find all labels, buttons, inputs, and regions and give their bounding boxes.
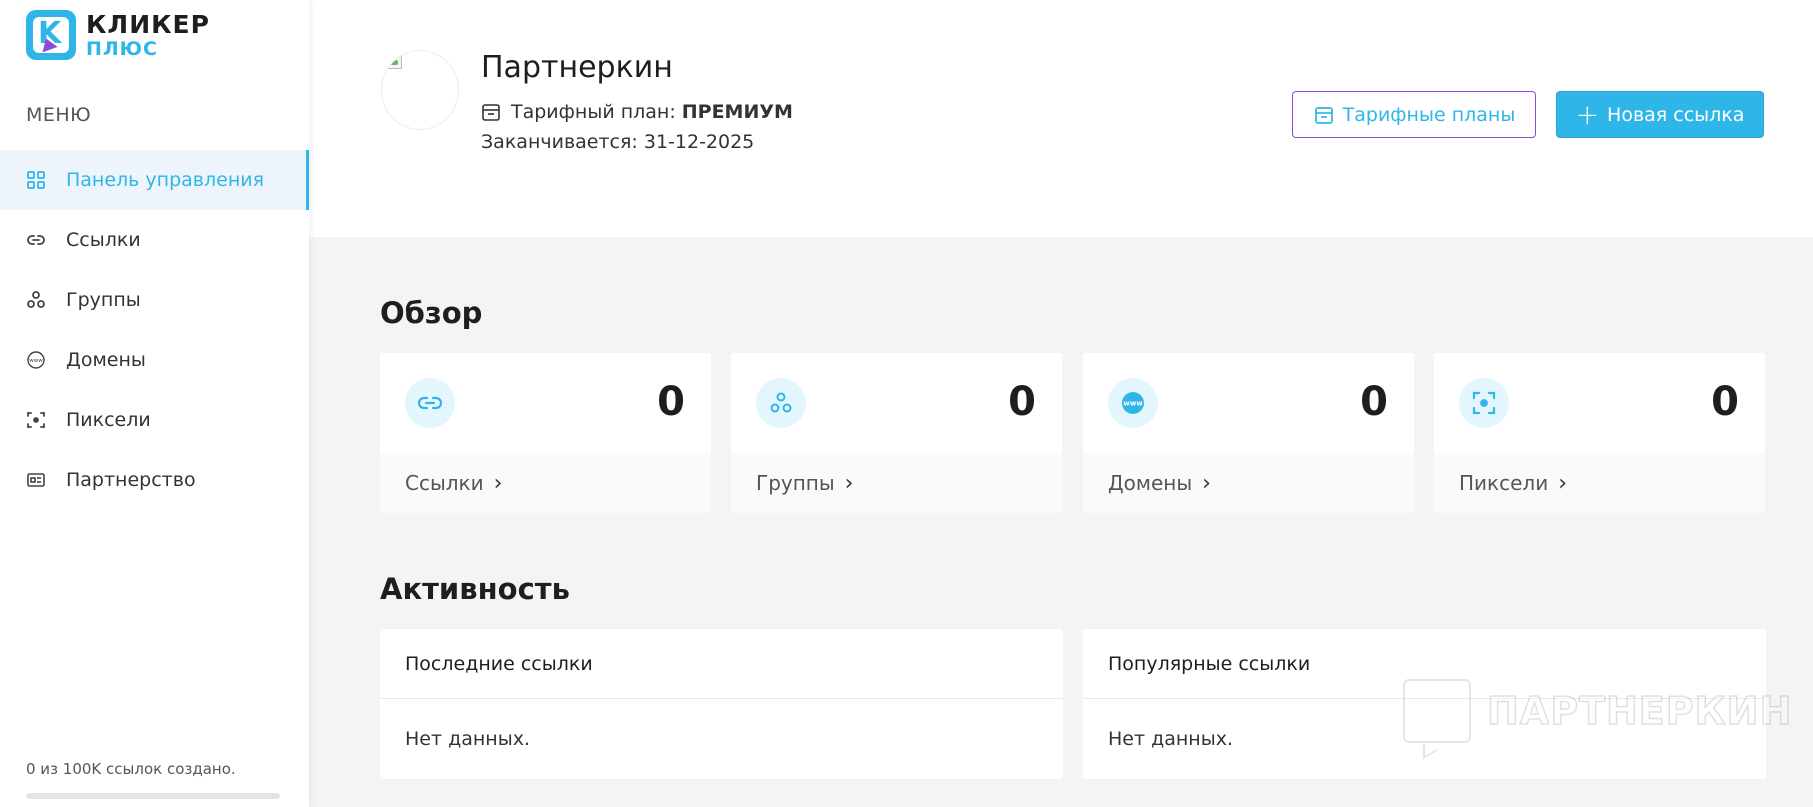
- new-link-button-label: Новая ссылка: [1607, 103, 1745, 126]
- stat-value: 0: [1360, 379, 1388, 425]
- avatar[interactable]: [381, 50, 459, 130]
- plan-value: ПРЕМИУМ: [681, 101, 793, 123]
- sidebar-item-links[interactable]: Ссылки: [0, 210, 309, 270]
- dashboard-icon: [26, 170, 46, 190]
- recent-links-title: Последние ссылки: [380, 629, 1063, 699]
- sidebar-item-dashboard[interactable]: Панель управления: [0, 150, 309, 210]
- sidebar-item-label: Ссылки: [66, 229, 141, 251]
- partnership-icon: [26, 470, 46, 490]
- link-icon: [26, 230, 46, 250]
- sidebar: K КЛИКЕР ПЛЮС МЕНЮ Панель управления Ссы…: [0, 0, 309, 807]
- plus-icon: +: [1575, 97, 1600, 131]
- expires-date: Заканчивается: 31-12-2025: [481, 131, 755, 153]
- stat-card-link[interactable]: Группы ›: [731, 453, 1062, 513]
- sidebar-item-label: Партнерство: [66, 469, 196, 491]
- groups-icon: [26, 290, 46, 310]
- stat-value: 0: [1711, 379, 1739, 425]
- calendar-box-icon: [482, 104, 500, 121]
- svg-text:www: www: [29, 358, 43, 364]
- menu-title: МЕНЮ: [26, 104, 92, 126]
- stat-label: Пиксели: [1459, 471, 1549, 495]
- sidebar-item-label: Пиксели: [66, 409, 151, 431]
- box-icon: [1314, 106, 1333, 124]
- chevron-right-icon: ›: [1558, 470, 1568, 496]
- usage-text: 0 из 100K ссылок создано.: [26, 760, 236, 778]
- domain-icon: www: [26, 350, 46, 370]
- watermark-logo-icon: [1403, 679, 1471, 743]
- sidebar-item-label: Панель управления: [66, 169, 265, 191]
- sidebar-nav: Панель управления Ссылки Группы www Доме…: [0, 150, 309, 510]
- stat-card-domains: www 0 Домены ›: [1083, 353, 1414, 513]
- sidebar-item-label: Домены: [66, 349, 146, 371]
- link-icon: [405, 378, 455, 428]
- logo-name: КЛИКЕР: [86, 9, 210, 39]
- svg-text:www: www: [1123, 400, 1143, 408]
- sidebar-item-partnership[interactable]: Партнерство: [0, 450, 309, 510]
- plans-button-label: Тарифные планы: [1342, 103, 1516, 126]
- logo[interactable]: K КЛИКЕР ПЛЮС: [26, 10, 210, 60]
- stat-value: 0: [1008, 379, 1036, 425]
- stat-value: 0: [657, 379, 685, 425]
- pixel-icon: [1459, 378, 1509, 428]
- recent-links-card: Последние ссылки Нет данных.: [380, 629, 1063, 779]
- plan-line: Тарифный план: ПРЕМИУМ: [481, 101, 793, 123]
- plan-label: Тарифный план:: [511, 101, 676, 123]
- username: Партнеркин: [481, 50, 673, 85]
- activity-title: Активность: [380, 572, 570, 606]
- stat-card-groups: 0 Группы ›: [731, 353, 1062, 513]
- pixel-icon: [26, 410, 46, 430]
- chevron-right-icon: ›: [1202, 470, 1211, 496]
- chevron-right-icon: ›: [844, 470, 854, 496]
- stat-card-links: 0 Ссылки ›: [380, 353, 711, 513]
- recent-links-empty: Нет данных.: [405, 728, 530, 750]
- new-link-button[interactable]: + Новая ссылка: [1556, 91, 1764, 138]
- stat-label: Ссылки: [405, 471, 484, 495]
- groups-icon: [756, 378, 806, 428]
- stat-card-link[interactable]: Пиксели ›: [1434, 453, 1765, 513]
- usage-progress-bar: [26, 793, 280, 799]
- stat-label: Группы: [756, 471, 835, 495]
- page-header: Партнеркин Тарифный план: ПРЕМИУМ Заканч…: [309, 0, 1813, 237]
- overview-title: Обзор: [380, 296, 483, 330]
- watermark: ПАРТНЕРКИН: [1403, 679, 1792, 743]
- logo-icon: K: [26, 10, 76, 60]
- sidebar-item-domains[interactable]: www Домены: [0, 330, 309, 390]
- stat-label: Домены: [1108, 471, 1193, 495]
- watermark-text: ПАРТНЕРКИН: [1486, 688, 1793, 734]
- logo-subname: ПЛЮС: [86, 37, 158, 60]
- sidebar-item-label: Группы: [66, 289, 141, 311]
- sidebar-item-pixels[interactable]: Пиксели: [0, 390, 309, 450]
- stat-card-pixels: 0 Пиксели ›: [1434, 353, 1765, 513]
- sidebar-item-groups[interactable]: Группы: [0, 270, 309, 330]
- broken-image-icon: [386, 53, 402, 69]
- stat-card-link[interactable]: Ссылки ›: [380, 453, 711, 513]
- plans-button[interactable]: Тарифные планы: [1292, 91, 1536, 138]
- stat-card-link[interactable]: Домены ›: [1083, 453, 1414, 513]
- chevron-right-icon: ›: [493, 470, 503, 496]
- domain-icon: www: [1108, 378, 1158, 428]
